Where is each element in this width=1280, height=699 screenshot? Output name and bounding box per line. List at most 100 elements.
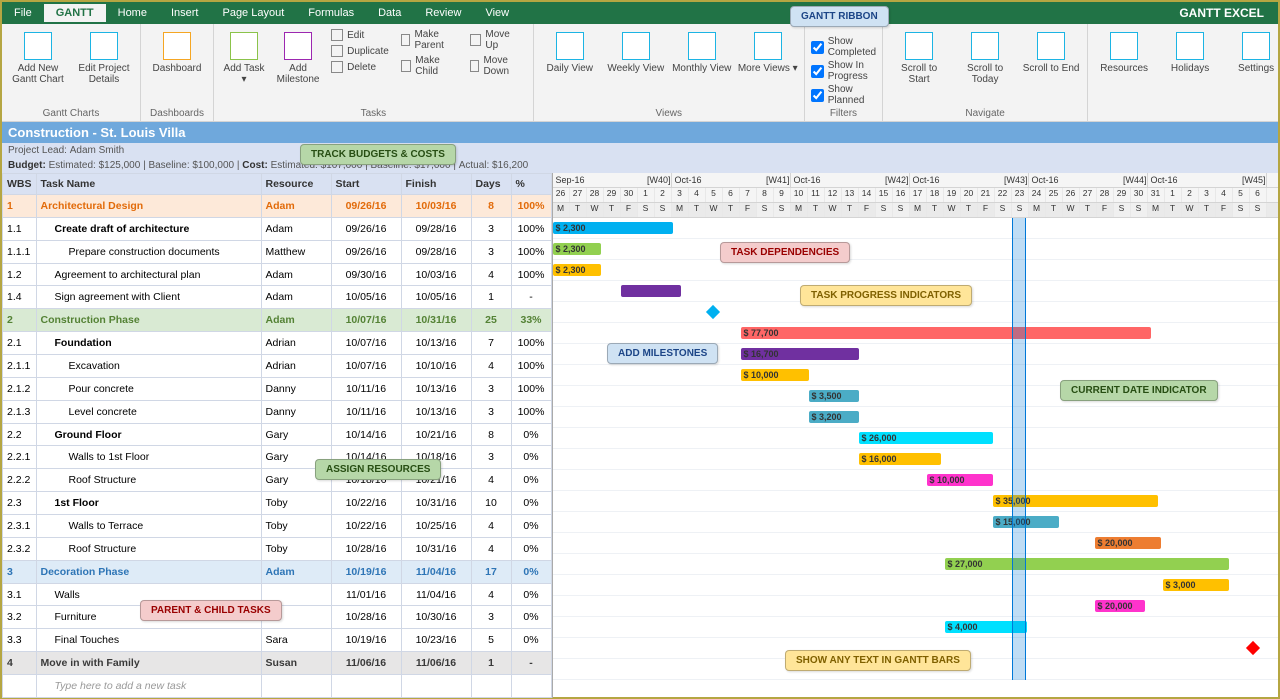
show-completed-check[interactable]: Show Completed	[811, 36, 876, 58]
tab-insert[interactable]: Insert	[159, 4, 211, 22]
tab-view[interactable]: View	[473, 4, 521, 22]
table-row[interactable]: 1.1Create draft of architectureAdam09/26…	[3, 217, 552, 240]
gantt-row[interactable]: $ 3,000	[553, 575, 1279, 596]
gantt-bar[interactable]	[621, 285, 681, 297]
gantt-bar[interactable]: $ 3,500	[809, 390, 859, 402]
gantt-bar[interactable]: $ 2,300	[553, 222, 673, 234]
gantt-bar[interactable]: $ 2,300	[553, 264, 601, 276]
gantt-bar[interactable]: $ 3,200	[809, 411, 859, 423]
move-up-button[interactable]: Move Up	[467, 28, 527, 52]
table-row[interactable]: 2.1.3Level concreteDanny10/11/1610/13/16…	[3, 400, 552, 423]
show-planned-check[interactable]: Show Planned	[811, 84, 876, 106]
gantt-row[interactable]: $ 2,300	[553, 260, 1279, 281]
table-row[interactable]: 2.1.2Pour concreteDanny10/11/1610/13/163…	[3, 377, 552, 400]
col-pct[interactable]: %	[511, 174, 551, 195]
more-views-button[interactable]: More Views ▾	[738, 28, 798, 106]
table-row[interactable]: 2.1FoundationAdrian10/07/1610/13/167100%	[3, 332, 552, 355]
day-header: 19	[944, 188, 961, 202]
table-row[interactable]: 1.1.1Prepare construction documentsMatth…	[3, 240, 552, 263]
gantt-bar[interactable]: $ 26,000	[859, 432, 993, 444]
gantt-row[interactable]: $ 26,000	[553, 428, 1279, 449]
table-row[interactable]: 2Construction PhaseAdam10/07/1610/31/162…	[3, 309, 552, 332]
table-row[interactable]: 1.2Agreement to architectural planAdam09…	[3, 263, 552, 286]
gantt-row[interactable]: $ 16,000	[553, 449, 1279, 470]
add-task-button[interactable]: Add Task ▾	[220, 28, 268, 106]
gantt-row[interactable]: $ 10,000	[553, 470, 1279, 491]
col-finish[interactable]: Finish	[401, 174, 471, 195]
gantt-bar[interactable]: $ 16,000	[859, 453, 941, 465]
tab-gantt[interactable]: GANTT	[44, 4, 106, 22]
gantt-bar[interactable]: $ 16,700	[741, 348, 859, 360]
table-row[interactable]: 2.31st FloorToby10/22/1610/31/16100%	[3, 492, 552, 515]
gantt-panel[interactable]: Sep-16[W40]Oct-16[W41]Oct-16[W42]Oct-16[…	[552, 173, 1279, 698]
table-row[interactable]: Type here to add a new task	[3, 675, 552, 698]
scroll-end-button[interactable]: Scroll to End	[1021, 28, 1081, 106]
milestone-diamond[interactable]	[705, 305, 719, 319]
gantt-bar[interactable]: $ 15,000	[993, 516, 1059, 528]
monthly-view-button[interactable]: Monthly View	[672, 28, 732, 106]
tab-review[interactable]: Review	[413, 4, 473, 22]
scroll-start-button[interactable]: Scroll to Start	[889, 28, 949, 106]
table-row[interactable]: 2.2Ground FloorGary10/14/1610/21/1680%	[3, 423, 552, 446]
table-row[interactable]: 1Architectural DesignAdam09/26/1610/03/1…	[3, 195, 552, 218]
settings-button[interactable]: Settings	[1226, 28, 1280, 106]
holidays-button[interactable]: Holidays	[1160, 28, 1220, 106]
show-inprogress-check[interactable]: Show In Progress	[811, 60, 876, 82]
tab-home[interactable]: Home	[106, 4, 159, 22]
gantt-row[interactable]: $ 77,700	[553, 323, 1279, 344]
table-row[interactable]: 2.1.1ExcavationAdrian10/07/1610/10/16410…	[3, 355, 552, 378]
delete-task-button[interactable]: Delete	[328, 60, 392, 74]
tab-pagelayout[interactable]: Page Layout	[210, 4, 296, 22]
gantt-bar[interactable]: $ 3,000	[1163, 579, 1229, 591]
gantt-row[interactable]: $ 3,200	[553, 407, 1279, 428]
gantt-bar[interactable]: $ 77,700	[741, 327, 1151, 339]
table-row[interactable]: 1.4Sign agreement with ClientAdam10/05/1…	[3, 286, 552, 309]
table-row[interactable]: 2.3.1Walls to TerraceToby10/22/1610/25/1…	[3, 515, 552, 538]
gantt-row[interactable]: $ 27,000	[553, 554, 1279, 575]
gantt-bar[interactable]: $ 27,000	[945, 558, 1229, 570]
table-row[interactable]: 2.2.1Walls to 1st FloorGary10/14/1610/18…	[3, 446, 552, 469]
table-row[interactable]: 3.3Final TouchesSara10/19/1610/23/1650%	[3, 629, 552, 652]
col-wbs[interactable]: WBS	[3, 174, 37, 195]
milestone-diamond[interactable]	[1245, 641, 1259, 655]
col-resource[interactable]: Resource	[261, 174, 331, 195]
edit-project-button[interactable]: Edit Project Details	[74, 28, 134, 106]
col-start[interactable]: Start	[331, 174, 401, 195]
dow-header: S	[1233, 203, 1250, 217]
table-row[interactable]: 2.2.2Roof StructureGary10/18/1610/21/164…	[3, 469, 552, 492]
gantt-bar[interactable]: $ 20,000	[1095, 537, 1161, 549]
gantt-bar[interactable]: $ 20,000	[1095, 600, 1145, 612]
tab-data[interactable]: Data	[366, 4, 413, 22]
table-row[interactable]: 2.3.2Roof StructureToby10/28/1610/31/164…	[3, 537, 552, 560]
resources-button[interactable]: Resources	[1094, 28, 1154, 106]
gantt-bar[interactable]: $ 2,300	[553, 243, 601, 255]
gantt-row[interactable]: $ 15,000	[553, 512, 1279, 533]
table-row[interactable]: 4Move in with FamilySusan11/06/1611/06/1…	[3, 652, 552, 675]
day-header: 15	[876, 188, 893, 202]
col-task[interactable]: Task Name	[36, 174, 261, 195]
gantt-bar[interactable]: $ 10,000	[741, 369, 809, 381]
gantt-row[interactable]: $ 20,000	[553, 533, 1279, 554]
col-days[interactable]: Days	[471, 174, 511, 195]
move-down-button[interactable]: Move Down	[467, 54, 527, 78]
dashboard-button[interactable]: Dashboard	[147, 28, 207, 106]
make-parent-button[interactable]: Make Parent	[398, 28, 461, 52]
weekly-view-button[interactable]: Weekly View	[606, 28, 666, 106]
daily-view-button[interactable]: Daily View	[540, 28, 600, 106]
make-child-button[interactable]: Make Child	[398, 54, 461, 78]
edit-task-button[interactable]: Edit	[328, 28, 392, 42]
day-header: 27	[1080, 188, 1097, 202]
tab-file[interactable]: File	[2, 4, 44, 22]
gantt-row[interactable]: $ 2,300	[553, 239, 1279, 260]
gantt-row[interactable]: $ 2,300	[553, 218, 1279, 239]
gantt-row[interactable]: $ 35,000	[553, 491, 1279, 512]
gantt-row[interactable]: $ 4,000	[553, 617, 1279, 638]
scroll-today-button[interactable]: Scroll to Today	[955, 28, 1015, 106]
add-gantt-button[interactable]: Add New Gantt Chart	[8, 28, 68, 106]
add-milestone-button[interactable]: Add Milestone	[274, 28, 322, 106]
gantt-bar[interactable]: $ 10,000	[927, 474, 993, 486]
duplicate-task-button[interactable]: Duplicate	[328, 44, 392, 58]
tab-formulas[interactable]: Formulas	[296, 4, 366, 22]
gantt-row[interactable]: $ 20,000	[553, 596, 1279, 617]
table-row[interactable]: 3Decoration PhaseAdam10/19/1611/04/16170…	[3, 560, 552, 583]
